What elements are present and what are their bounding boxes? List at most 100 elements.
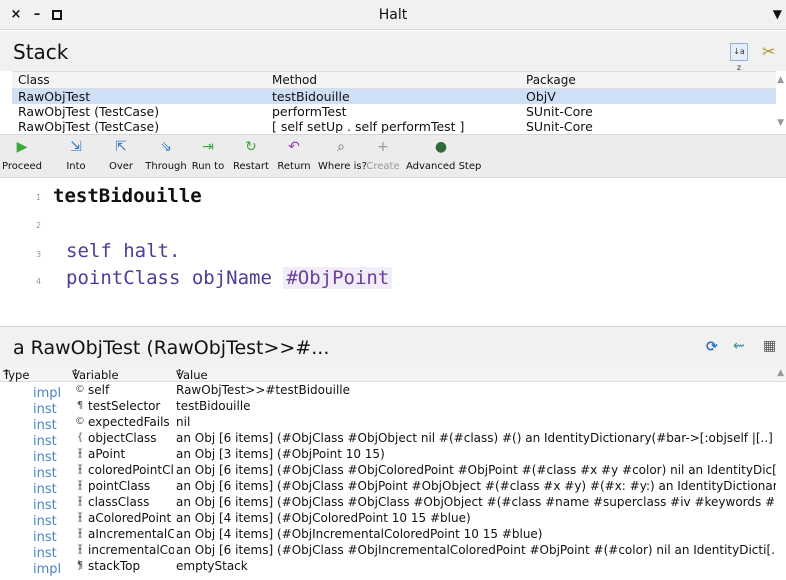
variable-name: objectClass xyxy=(88,431,157,445)
play-icon: ▶ xyxy=(16,139,28,155)
into-button[interactable]: ⇲ Into xyxy=(60,139,92,172)
inspector-row[interactable]: inst © expectedFails nil xyxy=(0,414,786,433)
magnifier-icon: ⌕ xyxy=(337,139,345,155)
table-view-icon[interactable]: ▦ xyxy=(763,338,776,354)
inspector-row[interactable]: inst{ } aPoint an Obj [3 items] (#ObjPoint… xyxy=(0,446,786,475)
variable-value: emptyStack xyxy=(176,559,248,573)
inspector-row[interactable]: impl ¶ stackTop emptyStack xyxy=(0,558,786,577)
debugger-toolbar: ▶ Proceed ⇲ Into ⇱ Over ⇘ Through ⇥ Run … xyxy=(0,134,786,178)
proceed-button[interactable]: ▶ Proceed xyxy=(2,139,42,172)
stack-row[interactable]: RawObjTest (TestCase) [ self setUp . sel… xyxy=(12,119,776,133)
variable-value: an Obj [6 items] (#ObjClass #ObjObject n… xyxy=(176,431,773,445)
variable-name: incrementalColc xyxy=(88,543,174,557)
stack-row-method: performTest xyxy=(272,104,347,119)
stack-row[interactable]: RawObjTest (TestCase) performTest SUnit-… xyxy=(12,104,776,119)
stack-scroll-up-icon[interactable]: ▲ xyxy=(777,75,784,85)
variable-value: testBidouille xyxy=(176,399,251,413)
line-number: 2 xyxy=(36,221,42,230)
run-to-button[interactable]: ⇥ Run to xyxy=(190,139,226,172)
stack-row[interactable]: RawObjTest testBidouille ObjV xyxy=(12,89,776,104)
variable-value: an Obj [6 items] (#ObjClass #ObjClass #O… xyxy=(176,495,776,509)
inspector-row[interactable]: inst ¶ testSelector testBidouille xyxy=(0,398,786,417)
stack-row-class: RawObjTest (TestCase) xyxy=(18,104,160,119)
inspector-row[interactable]: inst{ } aColoredPoint an Obj [4 items] (#O… xyxy=(0,510,786,539)
inspector-row[interactable]: inst{ } coloredPointCla an Obj [6 items] (… xyxy=(0,462,786,491)
variable-name: coloredPointCla xyxy=(88,463,174,477)
where-is-label: Where is? xyxy=(318,161,367,172)
column-package[interactable]: Package xyxy=(526,73,766,87)
symbol-highlight: #ObjPoint xyxy=(283,267,393,289)
variable-value: an Obj [6 items] (#ObjClass #ObjPoint #O… xyxy=(176,479,776,493)
variable-name: pointClass xyxy=(88,479,151,493)
inspector-scroll-up-icon[interactable]: ▲ xyxy=(777,368,784,378)
inspector-row[interactable]: inst{ }incrementalColcan Obj [6 items] (… xyxy=(0,542,786,571)
window-titlebar: × – Halt ▼ xyxy=(0,0,786,30)
stack-row-method: [ self setUp . self performTest ] xyxy=(272,119,465,133)
window-menu-button[interactable]: ▼ xyxy=(773,7,782,21)
return-icon: ↶ xyxy=(288,139,300,155)
through-button[interactable]: ⇘ Through xyxy=(144,139,188,172)
over-button[interactable]: ⇱ Over xyxy=(104,139,138,172)
diff-icon[interactable]: ⇜ xyxy=(733,338,745,354)
variable-kind-icon: ¶ xyxy=(76,400,84,411)
stack-row-class: RawObjTest xyxy=(18,89,91,104)
step-through-icon: ⇘ xyxy=(160,139,172,155)
inspector-header: a RawObjTest (RawObjTest>>#... ⟳ ⇜ ▦ xyxy=(0,326,786,368)
proceed-label: Proceed xyxy=(2,161,43,172)
code-line: self halt. xyxy=(66,240,181,262)
sort-alpha-icon: ↓a z xyxy=(733,47,745,72)
advanced-step-button[interactable]: ● Advanced Step xyxy=(406,139,481,172)
inspector-row[interactable]: impl © self RawObjTest>>#testBidouille xyxy=(0,382,786,401)
code-editor[interactable]: 1 testBidouille 2 3 self halt. 4 pointCl… xyxy=(0,178,786,326)
variable-value: an Obj [6 items] (#ObjClass #ObjIncremen… xyxy=(176,543,776,557)
bomb-icon: ● xyxy=(434,139,448,155)
sort-alpha-button[interactable]: ↓a z xyxy=(730,43,748,72)
variable-kind-icon: ¶ xyxy=(76,560,84,571)
stack-scroll-down-icon[interactable]: ▼ xyxy=(777,118,784,128)
line-number: 3 xyxy=(36,250,42,259)
column-method[interactable]: Method xyxy=(272,73,522,87)
inspector-row[interactable]: inst{ } objectClass an Obj [6 items] (#Obj… xyxy=(0,430,786,459)
inspector-row[interactable]: inst{ }aIncrementalColan Obj [4 items] (… xyxy=(0,526,786,555)
wrench-icon[interactable]: ✂ xyxy=(762,42,775,61)
return-button[interactable]: ↶ Return xyxy=(276,139,312,172)
inspector-row[interactable]: inst{ } pointClass an Obj [6 items] (#ObjC… xyxy=(0,478,786,507)
create-button[interactable]: + Create xyxy=(366,139,400,172)
variable-value: an Obj [3 items] (#ObjPoint 10 15) xyxy=(176,447,385,461)
variable-name: classClass xyxy=(88,495,150,509)
stack-row-method: testBidouille xyxy=(272,89,350,104)
stack-row-package: ObjV xyxy=(526,89,556,104)
step-over-icon: ⇱ xyxy=(115,139,127,155)
variable-name: testSelector xyxy=(88,399,161,413)
run-to-icon: ⇥ xyxy=(202,139,214,155)
variable-type: impl xyxy=(33,562,62,577)
variable-name: aIncrementalCol xyxy=(88,527,174,541)
stack-table-header: Class Method Package xyxy=(12,72,776,89)
variable-name: self xyxy=(88,383,110,397)
inspector-rows: impl © self RawObjTest>>#testBidouille inst ¶… xyxy=(0,382,786,577)
column-class[interactable]: Class xyxy=(18,73,268,87)
variable-name: expectedFails xyxy=(88,415,170,429)
into-label: Into xyxy=(66,161,86,172)
through-label: Through xyxy=(145,161,187,172)
over-label: Over xyxy=(108,161,134,172)
stack-row-package: SUnit-Core xyxy=(526,104,593,119)
stack-row-package: SUnit-Core xyxy=(526,119,593,133)
inspector-table-header: ↕ Type ↕ Variable ↕ Value xyxy=(0,368,786,382)
refresh-icon[interactable]: ⟳ xyxy=(706,339,718,355)
variable-name: aPoint xyxy=(88,447,126,461)
window-title: Halt xyxy=(378,7,408,23)
restart-button[interactable]: ↻ Restart xyxy=(232,139,270,172)
inspector-row[interactable]: inst{ } classClass an Obj [6 items] (#ObjC… xyxy=(0,494,786,523)
plus-icon: + xyxy=(377,139,389,155)
variable-value: RawObjTest>>#testBidouille xyxy=(176,383,350,397)
variable-kind-icon: © xyxy=(75,384,85,395)
stack-row-class: RawObjTest (TestCase) xyxy=(18,119,160,133)
stack-header: Stack ↓a z ✂ xyxy=(0,31,786,72)
stack-title: Stack xyxy=(13,40,69,64)
create-label: Create xyxy=(366,161,400,172)
variable-value: an Obj [6 items] (#ObjClass #ObjColoredP… xyxy=(176,463,776,477)
where-is-button[interactable]: ⌕ Where is? xyxy=(318,139,367,172)
return-label: Return xyxy=(277,161,311,172)
code-line: pointClass objName #ObjPoint xyxy=(66,267,393,289)
